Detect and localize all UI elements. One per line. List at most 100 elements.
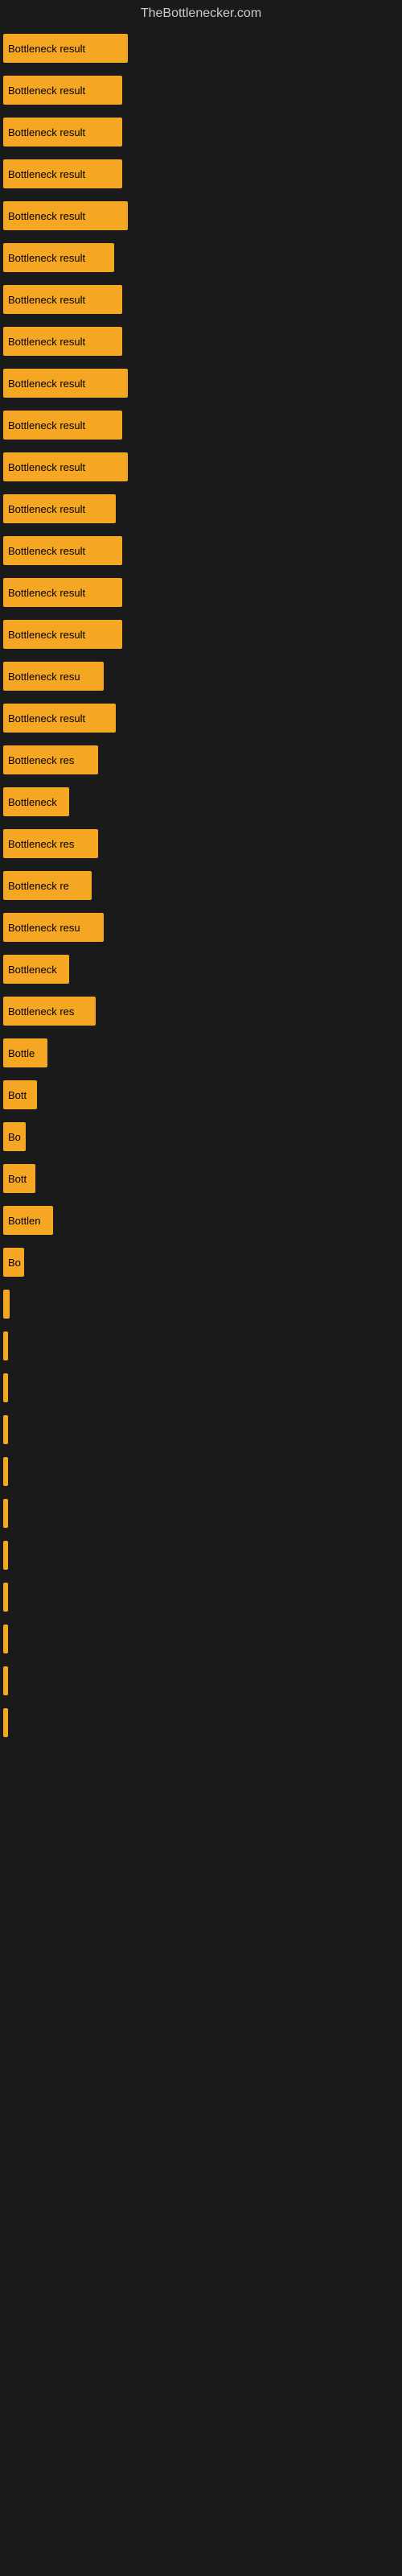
result-bar xyxy=(3,1708,8,1737)
result-bar: Bottleneck re xyxy=(3,871,92,900)
result-bar xyxy=(3,1499,8,1528)
bar-row: Bottle xyxy=(0,1032,402,1074)
result-bar: Bottleneck result xyxy=(3,243,114,272)
bar-row: Bottleneck res xyxy=(0,823,402,865)
bar-row: Bo xyxy=(0,1241,402,1283)
result-bar: Bottleneck result xyxy=(3,76,122,105)
bar-row: Bottleneck result xyxy=(0,279,402,320)
bar-row: Bott xyxy=(0,1158,402,1199)
bar-label: Bott xyxy=(8,1173,27,1185)
result-bar: Bottleneck result xyxy=(3,34,128,63)
bar-row xyxy=(0,1325,402,1367)
bar-row xyxy=(0,1618,402,1660)
result-bar: Bottleneck result xyxy=(3,452,128,481)
result-bar xyxy=(3,1583,8,1612)
site-title: TheBottlenecker.com xyxy=(0,0,402,27)
bar-label: Bottleneck result xyxy=(8,461,85,473)
bar-row: Bottleneck result xyxy=(0,572,402,613)
result-bar: Bottleneck result xyxy=(3,201,128,230)
bar-label: Bottleneck result xyxy=(8,587,85,599)
bar-label: Bottleneck xyxy=(8,964,57,976)
result-bar: Bottleneck res xyxy=(3,745,98,774)
result-bar: Bott xyxy=(3,1164,35,1193)
bar-row: Bottleneck result xyxy=(0,613,402,655)
bar-label: Bottleneck xyxy=(8,796,57,808)
bar-row xyxy=(0,1534,402,1576)
bar-label: Bottleneck res xyxy=(8,1005,74,1018)
bar-label: Bottleneck resu xyxy=(8,671,80,683)
bar-label: Bo xyxy=(8,1257,21,1269)
result-bar: Bottleneck result xyxy=(3,578,122,607)
bar-label: Bottle xyxy=(8,1047,35,1059)
bar-row xyxy=(0,1367,402,1409)
bar-row xyxy=(0,1576,402,1618)
bar-row: Bottleneck result xyxy=(0,320,402,362)
result-bar: Bottleneck xyxy=(3,955,69,984)
result-bar xyxy=(3,1290,10,1319)
bar-row: Bottleneck result xyxy=(0,69,402,111)
bar-row: Bottleneck result xyxy=(0,404,402,446)
bar-row: Bottleneck result xyxy=(0,195,402,237)
bar-row: Bottleneck res xyxy=(0,739,402,781)
bar-row xyxy=(0,1492,402,1534)
bar-row: Bottleneck result xyxy=(0,153,402,195)
result-bar xyxy=(3,1373,8,1402)
result-bar xyxy=(3,1666,8,1695)
bar-label: Bottleneck result xyxy=(8,210,85,222)
bar-label: Bottleneck result xyxy=(8,43,85,55)
bar-label: Bottleneck result xyxy=(8,252,85,264)
bar-label: Bottleneck result xyxy=(8,712,85,724)
bar-row xyxy=(0,1409,402,1451)
bar-row xyxy=(0,1660,402,1702)
result-bar: Bottleneck result xyxy=(3,118,122,147)
bar-row: Bottleneck result xyxy=(0,237,402,279)
result-bar xyxy=(3,1415,8,1444)
bar-row: Bott xyxy=(0,1074,402,1116)
bar-row xyxy=(0,1283,402,1325)
result-bar xyxy=(3,1457,8,1486)
bar-row: Bottleneck result xyxy=(0,111,402,153)
result-bar: Bo xyxy=(3,1122,26,1151)
bar-label: Bottleneck result xyxy=(8,126,85,138)
bar-label: Bottleneck result xyxy=(8,503,85,515)
bar-row: Bottleneck re xyxy=(0,865,402,906)
bar-row: Bottleneck result xyxy=(0,27,402,69)
bar-label: Bottleneck resu xyxy=(8,922,80,934)
result-bar: Bottleneck result xyxy=(3,369,128,398)
bar-row xyxy=(0,1451,402,1492)
bar-label: Bottleneck result xyxy=(8,629,85,641)
bar-label: Bottlen xyxy=(8,1215,40,1227)
bar-label: Bottleneck res xyxy=(8,754,74,766)
bar-label: Bottleneck result xyxy=(8,419,85,431)
bar-label: Bottleneck result xyxy=(8,336,85,348)
result-bar xyxy=(3,1331,8,1360)
result-bar: Bottleneck result xyxy=(3,536,122,565)
result-bar: Bottleneck resu xyxy=(3,913,104,942)
result-bar: Bottleneck result xyxy=(3,327,122,356)
bar-label: Bottleneck result xyxy=(8,294,85,306)
result-bar xyxy=(3,1624,8,1653)
bar-label: Bottleneck re xyxy=(8,880,69,892)
result-bar: Bottleneck result xyxy=(3,159,122,188)
result-bar: Bottlen xyxy=(3,1206,53,1235)
bar-label: Bott xyxy=(8,1089,27,1101)
bar-row: Bottleneck resu xyxy=(0,906,402,948)
result-bar xyxy=(3,1541,8,1570)
bar-row: Bottleneck xyxy=(0,948,402,990)
result-bar: Bottleneck result xyxy=(3,704,116,733)
result-bar: Bottleneck res xyxy=(3,997,96,1026)
bar-row xyxy=(0,1702,402,1744)
bar-row: Bottleneck res xyxy=(0,990,402,1032)
result-bar: Bottleneck result xyxy=(3,285,122,314)
result-bar: Bottleneck resu xyxy=(3,662,104,691)
bar-row: Bottleneck resu xyxy=(0,655,402,697)
result-bar: Bo xyxy=(3,1248,24,1277)
bar-label: Bo xyxy=(8,1131,21,1143)
result-bar: Bottleneck result xyxy=(3,494,116,523)
bar-label: Bottleneck result xyxy=(8,85,85,97)
bar-label: Bottleneck result xyxy=(8,545,85,557)
bar-label: Bottleneck result xyxy=(8,168,85,180)
result-bar: Bottleneck result xyxy=(3,411,122,440)
bar-row: Bottleneck result xyxy=(0,362,402,404)
result-bar: Bottle xyxy=(3,1038,47,1067)
